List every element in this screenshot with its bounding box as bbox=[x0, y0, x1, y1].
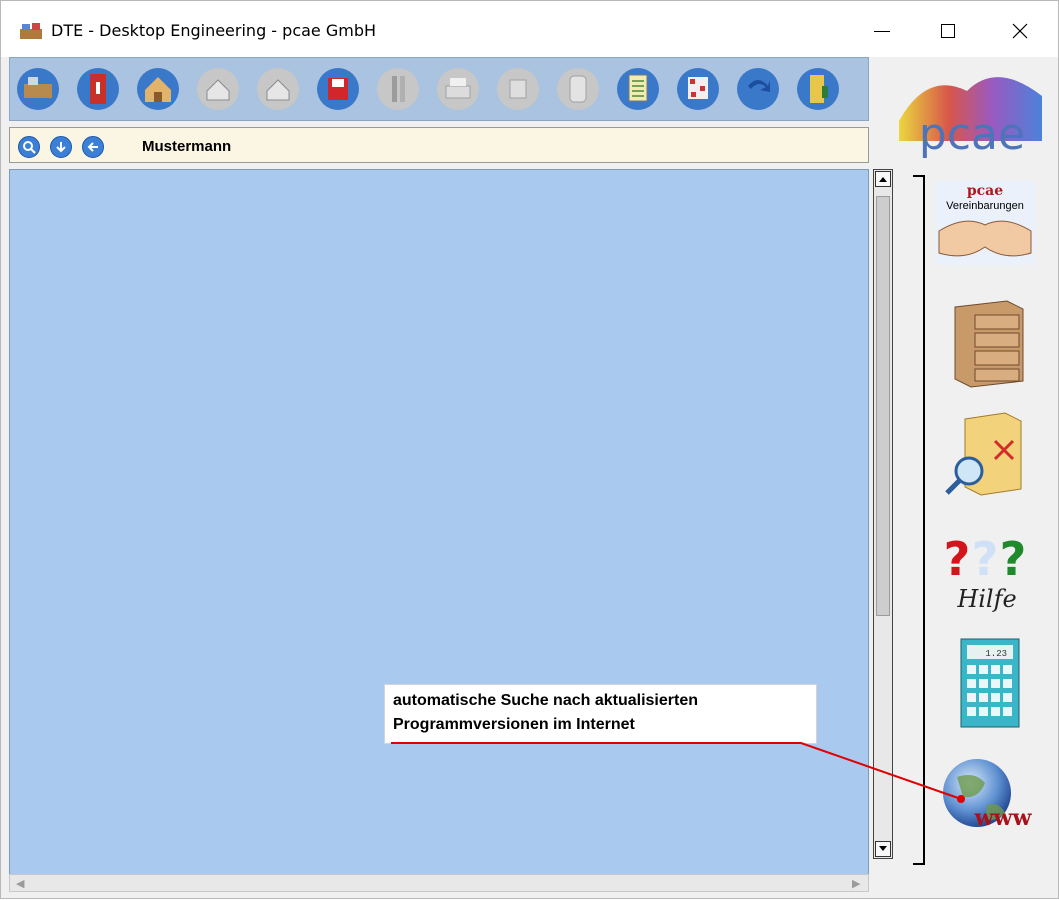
house-icon bbox=[137, 68, 179, 110]
vereinbarungen-label: Vereinbarungen bbox=[946, 200, 1024, 212]
help-icon: ? ? ? Hilfe bbox=[944, 532, 1027, 613]
arrow-down-icon bbox=[56, 142, 66, 153]
magnifier-button[interactable] bbox=[18, 136, 40, 158]
calculator-display: 1.23 bbox=[985, 649, 1007, 659]
minimize-icon bbox=[874, 30, 890, 32]
client-area: Mustermann ◀ ▶ pcae pcae Vereinbarungen … bbox=[9, 57, 1052, 893]
search-folder-button[interactable] bbox=[935, 409, 1035, 501]
cylinder-icon bbox=[557, 68, 599, 110]
house-outline-2-icon bbox=[257, 68, 299, 110]
www-label: www bbox=[974, 805, 1033, 831]
calculator-button[interactable]: 1.23 bbox=[935, 635, 1035, 731]
calculator-icon: 1.23 bbox=[960, 638, 1020, 728]
ring-binder-icon bbox=[77, 68, 119, 110]
exit-button[interactable] bbox=[796, 64, 840, 114]
desk-button[interactable] bbox=[16, 64, 60, 114]
cylinder-button[interactable] bbox=[556, 64, 600, 114]
printer-icon bbox=[437, 68, 479, 110]
arrow-left-icon bbox=[87, 142, 98, 152]
title-bar: DTE - Desktop Engineering - pcae GmbH bbox=[1, 1, 1058, 57]
maximize-icon bbox=[941, 24, 955, 38]
side-panel: pcae pcae Vereinbarungen ? ? ? Hilfe 1.2… bbox=[877, 57, 1052, 893]
maximize-button[interactable] bbox=[919, 9, 977, 53]
close-icon bbox=[1012, 23, 1028, 39]
www-button[interactable]: www bbox=[935, 743, 1035, 853]
scroll-left-icon[interactable]: ◀ bbox=[16, 877, 24, 890]
save-icon bbox=[317, 68, 359, 110]
arrow-left-button[interactable] bbox=[82, 136, 104, 158]
search-bar: Mustermann bbox=[9, 127, 869, 163]
main-toolbar bbox=[9, 57, 869, 121]
help-button[interactable]: ? ? ? Hilfe bbox=[935, 527, 1035, 617]
handshake-icon: pcae Vereinbarungen bbox=[935, 181, 1035, 265]
search-label: Mustermann bbox=[142, 138, 232, 155]
globe-icon: www bbox=[943, 759, 1033, 831]
printer-button[interactable] bbox=[436, 64, 480, 114]
logo-text: pcae bbox=[919, 109, 1025, 160]
cabinet-button[interactable] bbox=[935, 297, 1035, 389]
network-icon bbox=[677, 68, 719, 110]
magnifier-icon bbox=[23, 141, 36, 154]
notepad-icon bbox=[617, 68, 659, 110]
desk-icon bbox=[17, 68, 59, 110]
callout-line2: Programmversionen im Internet bbox=[393, 716, 635, 733]
callout-line1: automatische Suche nach aktualisierten bbox=[393, 692, 698, 709]
redo-arrow-icon bbox=[737, 68, 779, 110]
save-button[interactable] bbox=[316, 64, 360, 114]
help-label: Hilfe bbox=[956, 585, 1016, 613]
svg-text:?: ? bbox=[1000, 532, 1027, 586]
vereinbarungen-brand: pcae bbox=[967, 183, 1003, 199]
exit-door-icon bbox=[797, 68, 839, 110]
pcae-logo: pcae bbox=[899, 77, 1042, 160]
callout-box: automatische Suche nach aktualisierten P… bbox=[384, 684, 817, 744]
house-outline-icon bbox=[197, 68, 239, 110]
horizontal-scrollbar[interactable]: ◀ ▶ bbox=[9, 874, 869, 892]
app-icon bbox=[20, 23, 42, 39]
house-button[interactable] bbox=[136, 64, 180, 114]
minimize-button[interactable] bbox=[853, 9, 911, 53]
ring-binder-button[interactable] bbox=[76, 64, 120, 114]
network-button[interactable] bbox=[676, 64, 720, 114]
house-outline-2-button[interactable] bbox=[256, 64, 300, 114]
puzzle-button[interactable] bbox=[496, 64, 540, 114]
scroll-right-icon[interactable]: ▶ bbox=[852, 877, 860, 890]
app-window: DTE - Desktop Engineering - pcae GmbH Mu… bbox=[0, 0, 1059, 899]
folder-search-icon bbox=[945, 412, 1022, 496]
notepad-button[interactable] bbox=[616, 64, 660, 114]
window-title: DTE - Desktop Engineering - pcae GmbH bbox=[51, 21, 377, 40]
arrow-down-button[interactable] bbox=[50, 136, 72, 158]
house-outline-button[interactable] bbox=[196, 64, 240, 114]
vereinbarungen-button[interactable]: pcae Vereinbarungen bbox=[935, 181, 1035, 265]
tools-icon bbox=[377, 68, 419, 110]
redo-button[interactable] bbox=[736, 64, 780, 114]
filing-cabinet-icon bbox=[954, 300, 1024, 388]
close-button[interactable] bbox=[991, 9, 1049, 53]
puzzle-icon bbox=[497, 68, 539, 110]
side-bracket bbox=[913, 175, 925, 865]
svg-text:?: ? bbox=[944, 532, 971, 586]
work-area[interactable] bbox=[9, 169, 869, 876]
tools-button[interactable] bbox=[376, 64, 420, 114]
svg-text:?: ? bbox=[972, 532, 999, 586]
